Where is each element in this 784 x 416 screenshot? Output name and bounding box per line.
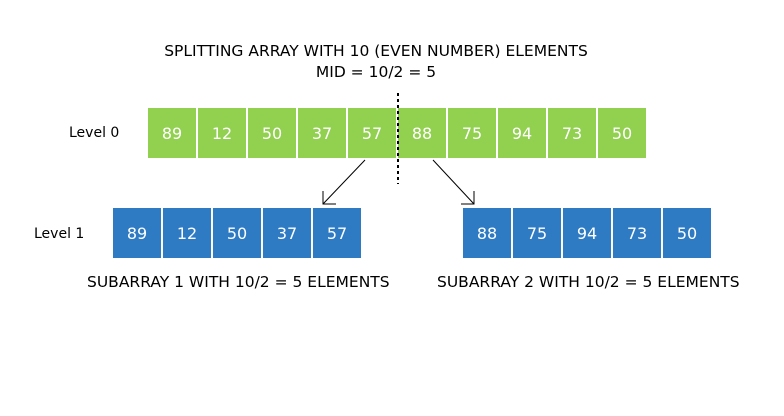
diagram-title: SPLITTING ARRAY WITH 10 (EVEN NUMBER) EL… [164,42,588,60]
array-cell: 37 [298,108,346,158]
subarray-cell: 94 [563,208,611,258]
array-cell: 89 [148,108,196,158]
array-cell: 94 [498,108,546,158]
subarray-cell: 75 [513,208,561,258]
subarray-1: 89 12 50 37 57 [113,208,363,258]
subarray-cell: 89 [113,208,161,258]
level-0-label: Level 0 [69,125,120,141]
diagram-subtitle-mid: MID = 10/2 = 5 [315,63,437,81]
level-0-array: 89 12 50 37 57 88 75 94 73 50 [148,108,648,158]
subarray-cell: 50 [213,208,261,258]
array-cell: 12 [198,108,246,158]
left-split-arrow [322,159,366,205]
subarray-2-caption: SUBARRAY 2 WITH 10/2 = 5 ELEMENTS [437,273,740,291]
subarray-cell: 12 [163,208,211,258]
level-1-label: Level 1 [34,226,85,242]
array-cell: 88 [398,108,446,158]
subarray-cell: 88 [463,208,511,258]
subarray-cell: 50 [663,208,711,258]
subarray-2: 88 75 94 73 50 [463,208,713,258]
array-cell: 73 [548,108,596,158]
right-split-arrow [432,159,475,205]
array-cell: 75 [448,108,496,158]
subarray-1-caption: SUBARRAY 1 WITH 10/2 = 5 ELEMENTS [87,273,390,291]
array-cell: 50 [598,108,646,158]
subarray-cell: 57 [313,208,361,258]
subarray-cell: 37 [263,208,311,258]
subarray-cell: 73 [613,208,661,258]
array-cell: 50 [248,108,296,158]
array-cell: 57 [348,108,396,158]
